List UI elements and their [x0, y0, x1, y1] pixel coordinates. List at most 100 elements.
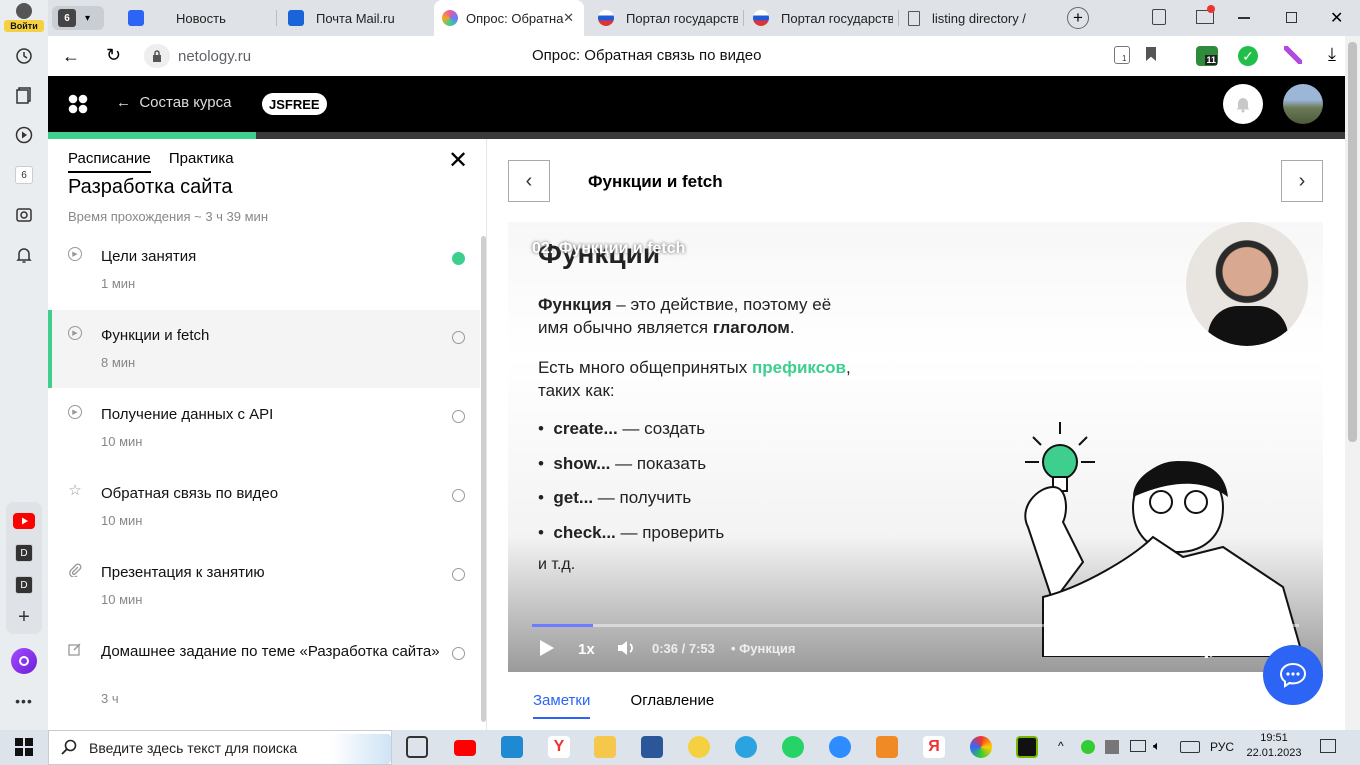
taskbar-search-input[interactable]: Введите здесь текст для поиска [48, 730, 392, 765]
close-icon[interactable]: ✕ [448, 149, 468, 173]
video-icon[interactable] [9, 120, 39, 150]
video-seekbar[interactable] [532, 624, 1299, 627]
user-avatar[interactable] [1283, 84, 1323, 124]
telegram-icon[interactable] [735, 736, 757, 758]
support-chat-button[interactable] [1263, 645, 1323, 705]
volume-icon[interactable] [616, 639, 636, 660]
list-item-current[interactable]: ▶ Функции и fetch 8 мин [48, 310, 480, 388]
list-item[interactable]: Презентация к занятию 10 мин [48, 547, 480, 625]
next-lesson-button[interactable]: › [1281, 160, 1323, 202]
presenter-webcam [1186, 222, 1308, 346]
youtube-icon[interactable] [9, 506, 39, 536]
settings-gear-icon[interactable]: HD [1196, 633, 1218, 662]
tab-survey[interactable]: Опрос: Обратна ✕ [434, 0, 584, 36]
yandex-icon[interactable]: Я [923, 736, 945, 758]
panel-scrollbar[interactable] [481, 236, 486, 722]
tab-listing[interactable]: listing directory / [908, 0, 1058, 36]
language-indicator[interactable]: РУС [1210, 740, 1234, 754]
history-icon[interactable] [9, 41, 39, 71]
play-icon: ▶ [68, 326, 82, 340]
new-tab-button[interactable]: + [1067, 7, 1089, 29]
play-button[interactable] [538, 638, 556, 661]
reload-icon[interactable]: ↻ [106, 45, 121, 66]
tab-gosuslugi-2[interactable]: Портал государстве [753, 0, 893, 36]
collections-icon[interactable] [9, 80, 39, 110]
list-item[interactable]: ▶ Получение данных с API 10 мин [48, 389, 480, 467]
bookmark-icon[interactable] [1146, 47, 1156, 61]
promo-badge[interactable]: JSFREE [262, 93, 327, 115]
app-orange-icon[interactable] [876, 736, 898, 758]
task-view-icon[interactable] [406, 736, 428, 758]
tab-gosuslugi-1[interactable]: Портал государстве [598, 0, 738, 36]
back-arrow-icon[interactable]: ← [62, 46, 80, 67]
close-window-icon[interactable]: ✕ [1330, 8, 1343, 28]
pen-extension-icon[interactable] [1284, 46, 1302, 64]
login-button[interactable]: Войти [4, 3, 44, 33]
menu-icon[interactable] [1196, 5, 1215, 24]
download-icon[interactable]: ⤓ [1328, 44, 1336, 65]
action-center-icon[interactable] [1320, 739, 1336, 753]
address-bar: ← ↻ netology.ru Опрос: Обратная связь по… [48, 36, 1360, 76]
list-item[interactable]: ▶ Цели занятия 1 мин [48, 231, 480, 309]
file-explorer-icon[interactable] [594, 736, 616, 758]
volume-tray-icon[interactable]: 🔈︎ [1153, 738, 1161, 754]
alice-icon[interactable] [9, 646, 39, 676]
play-icon: ▶ [68, 405, 82, 419]
list-item[interactable]: Домашнее задание по теме «Разработка сай… [48, 626, 480, 726]
word-icon[interactable] [641, 736, 663, 758]
pending-status-icon [452, 410, 465, 423]
app-triangle-icon[interactable] [688, 736, 710, 758]
nvidia-icon[interactable] [1016, 736, 1038, 758]
tray-expand-icon[interactable]: ^ [1058, 739, 1064, 753]
tab-schedule[interactable]: Расписание [68, 150, 151, 173]
previous-lesson-button[interactable]: ‹ [508, 160, 550, 202]
bell-icon[interactable] [1223, 84, 1263, 124]
video-player[interactable]: Функции 02. Функции и fetch Функция – эт… [508, 222, 1323, 672]
picture-in-picture-icon[interactable] [1235, 639, 1255, 658]
notifications-icon[interactable] [9, 240, 39, 270]
app-d1-button[interactable]: D [9, 538, 39, 568]
windows-start-icon[interactable] [15, 738, 33, 756]
whatsapp-icon[interactable] [782, 736, 804, 758]
tab-mail[interactable]: Почта Mail.ru [288, 0, 433, 36]
more-icon[interactable]: ••• [9, 686, 39, 716]
protect-icon[interactable]: 1 [1114, 46, 1130, 64]
netology-logo-icon[interactable] [68, 94, 88, 114]
app-color-wheel-icon[interactable] [970, 736, 992, 758]
close-tab-icon[interactable]: ✕ [563, 10, 574, 26]
chapters-list-icon[interactable] [1158, 639, 1176, 658]
network-icon[interactable] [1130, 740, 1146, 752]
tray-app-icon[interactable] [1081, 740, 1095, 754]
youtube-taskbar-icon[interactable] [454, 740, 476, 756]
tabs-count-button[interactable]: 6 [9, 160, 39, 190]
tab-news[interactable]: Новость [128, 0, 298, 36]
clock[interactable]: 19:51 22.01.2023 [1245, 731, 1303, 761]
app-d2-button[interactable]: D [9, 570, 39, 600]
tab-notes[interactable]: Заметки [533, 692, 591, 719]
search-icon [61, 739, 77, 760]
page-scrollbar[interactable] [1345, 36, 1360, 730]
site-header: ← Состав курса JSFREE [48, 76, 1345, 132]
tab-practice[interactable]: Практика [169, 150, 234, 171]
zoom-icon[interactable] [829, 736, 851, 758]
add-app-icon[interactable]: + [9, 602, 39, 632]
check-extension-icon[interactable]: ✓ [1238, 46, 1258, 66]
keyboard-icon[interactable] [1180, 741, 1200, 753]
course-contents-link[interactable]: ← Состав курса [116, 94, 231, 111]
restore-icon[interactable] [1286, 12, 1297, 23]
extension-adguard-icon[interactable]: 11 [1196, 46, 1218, 66]
url-text[interactable]: netology.ru [178, 48, 251, 65]
minimize-icon[interactable] [1238, 17, 1250, 19]
vscode-icon[interactable] [501, 736, 523, 758]
scrollbar-thumb[interactable] [1348, 42, 1357, 442]
speed-button[interactable]: 1x [578, 641, 595, 658]
tab-group-button[interactable]: 6 ▾ [52, 6, 104, 30]
lock-icon[interactable] [144, 44, 170, 68]
tab-contents[interactable]: Оглавление [631, 692, 715, 717]
yandex-browser-icon[interactable]: Y [548, 736, 570, 758]
tabs-collection-icon[interactable] [1152, 9, 1166, 25]
screenshot-icon[interactable] [9, 200, 39, 230]
slide-bullet: • check... — проверить [538, 523, 725, 542]
list-item[interactable]: ☆ Обратная связь по видео 10 мин [48, 468, 480, 546]
tray-app2-icon[interactable] [1105, 740, 1119, 754]
